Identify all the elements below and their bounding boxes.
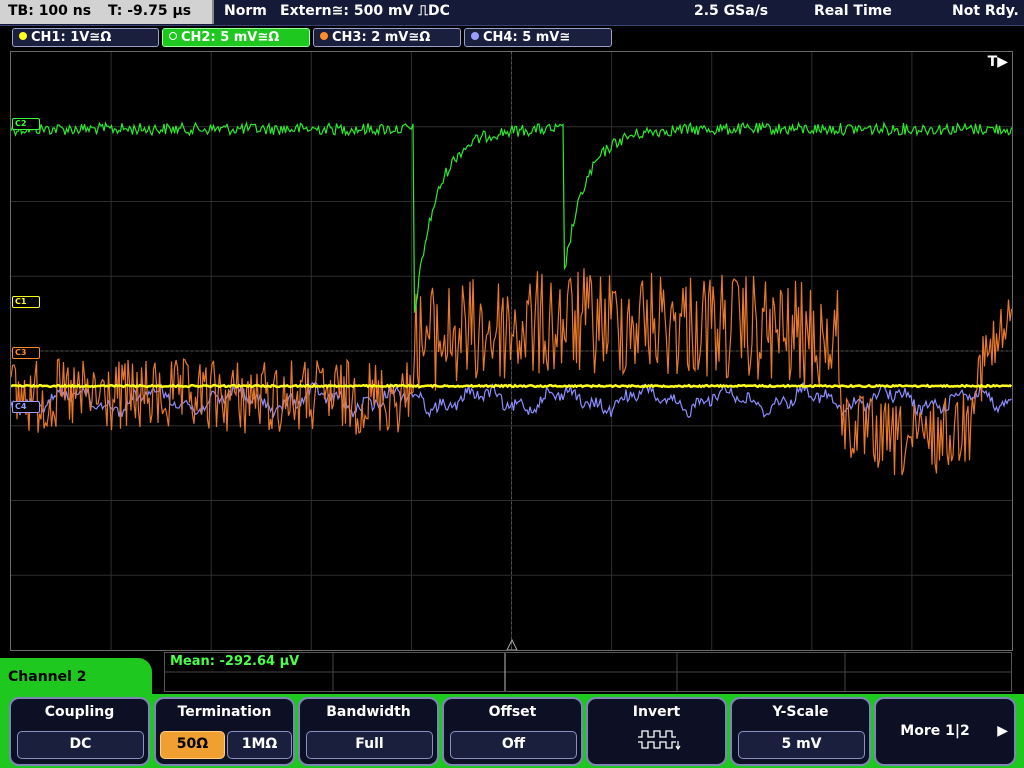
y-scale-label: Y-Scale (772, 704, 829, 720)
ch4-offset-marker[interactable]: C4 (12, 401, 40, 413)
offset-softkey[interactable]: Offset Off (442, 697, 583, 766)
ch2-dot-icon (169, 32, 177, 40)
panel-title: Channel 2 (0, 658, 152, 698)
bandwidth-value[interactable]: Full (306, 731, 433, 759)
invert-softkey[interactable]: Invert (586, 697, 727, 766)
offset-label: Offset (488, 704, 537, 720)
ch3-dot-icon (320, 32, 328, 40)
coupling-value[interactable]: DC (17, 731, 144, 759)
trigger-position-marker: T▶ (987, 54, 1008, 70)
trigger-time-readout: T: -9.75 µs (107, 3, 192, 19)
invert-label: Invert (632, 704, 681, 720)
ch3-label: CH3: 2 mV≅Ω (332, 30, 431, 45)
channel-tab-ch1[interactable]: CH1: 1V≅Ω (12, 28, 159, 47)
invert-waveform-icon (638, 730, 681, 751)
ch2-offset-marker[interactable]: C2 (12, 118, 40, 130)
ch1-waveform (11, 383, 1012, 389)
waveform-display[interactable] (10, 51, 1013, 651)
trigger-settings[interactable]: Extern≅: 500 mV ⎍DC (280, 3, 450, 19)
waveform-svg (11, 52, 1012, 650)
termination-softkey[interactable]: Termination 50Ω 1MΩ (154, 697, 295, 766)
ch3-offset-marker[interactable]: C3 (12, 347, 40, 359)
more-label: More 1|2 (900, 723, 970, 739)
y-scale-value[interactable]: 5 mV (738, 731, 865, 759)
ch4-dot-icon (471, 32, 479, 40)
mean-measurement: Mean: -292.64 µV (170, 654, 300, 669)
bandwidth-softkey[interactable]: Bandwidth Full (298, 697, 439, 766)
bandwidth-label: Bandwidth (326, 704, 411, 720)
channel-tab-ch2[interactable]: CH2: 5 mV≅Ω (162, 28, 310, 47)
coupling-softkey[interactable]: Coupling DC (9, 697, 150, 766)
more-softkey[interactable]: More 1|2 ▶ (874, 697, 1016, 766)
termination-label: Termination (177, 704, 272, 720)
ch1-dot-icon (19, 32, 27, 40)
termination-50ohm[interactable]: 50Ω (160, 731, 225, 759)
y-scale-softkey[interactable]: Y-Scale 5 mV (730, 697, 871, 766)
timebase-readout: TB: 100 ns (8, 3, 92, 19)
coupling-label: Coupling (44, 704, 115, 720)
channel-tab-ch4[interactable]: CH4: 5 mV≅ (464, 28, 612, 47)
offset-value[interactable]: Off (450, 731, 577, 759)
acquisition-mode: Real Time (814, 3, 892, 19)
trigger-mode[interactable]: Norm (224, 3, 267, 19)
ready-status: Not Rdy. (952, 3, 1019, 19)
timebase-box[interactable]: TB: 100 ns T: -9.75 µs (0, 0, 214, 24)
sample-rate: 2.5 GSa/s (694, 3, 769, 19)
ch4-label: CH4: 5 mV≅ (483, 30, 571, 45)
ch2-label: CH2: 5 mV≅Ω (181, 30, 280, 45)
ch1-label: CH1: 1V≅Ω (31, 30, 112, 45)
termination-1mohm[interactable]: 1MΩ (227, 731, 292, 759)
channel-tab-ch3[interactable]: CH3: 2 mV≅Ω (313, 28, 461, 47)
more-arrow-icon: ▶ (997, 723, 1008, 739)
ch1-offset-marker[interactable]: C1 (12, 296, 40, 308)
